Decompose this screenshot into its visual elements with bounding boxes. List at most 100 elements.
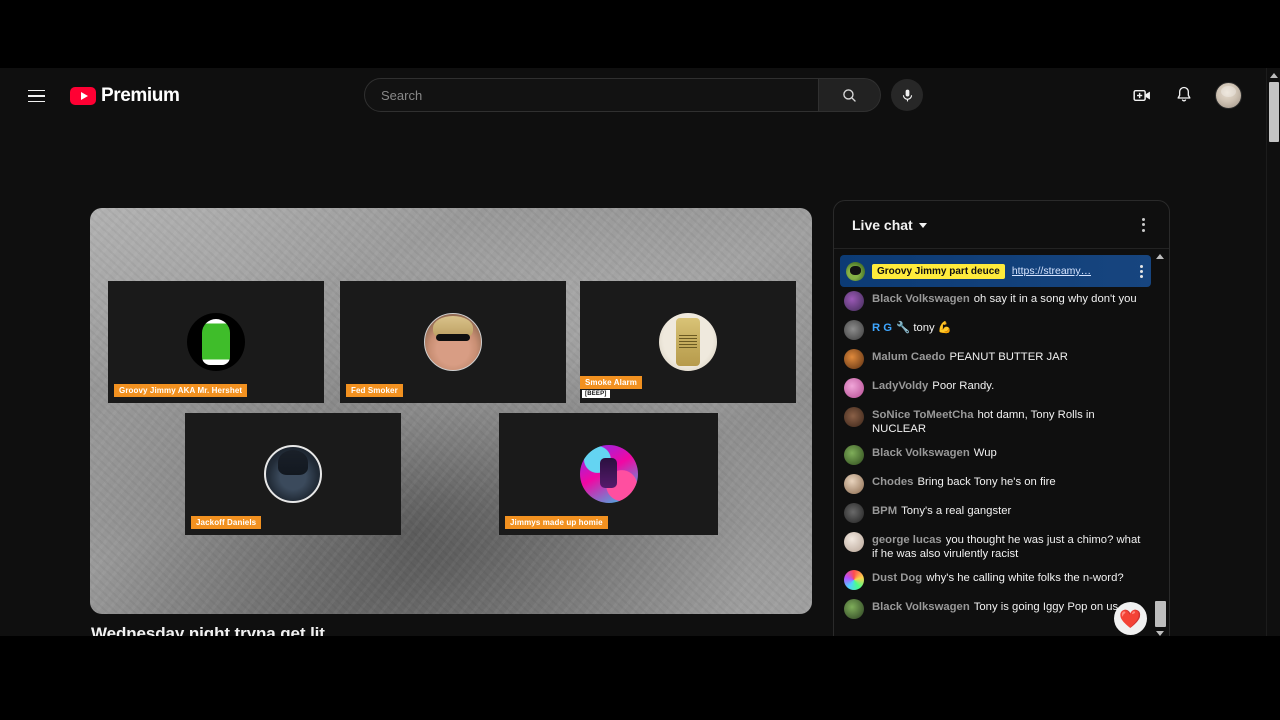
chat-text: Black Volkswagen Tony is going Iggy Pop o… <box>872 598 1118 614</box>
chat-author[interactable]: Black Volkswagen <box>872 293 970 305</box>
masthead: Premium Search <box>0 68 1280 124</box>
youtube-premium-logo[interactable]: Premium <box>70 85 180 107</box>
youtube-page: Premium Search Groovy Jimmy AKA Mr. Hers… <box>0 68 1280 636</box>
chat-avatar <box>844 532 864 552</box>
video-title: Wednesday night tryna get lit <box>91 624 325 636</box>
chat-badge-icon: 🔧 <box>896 322 911 334</box>
stream-tile-1: Groovy Jimmy AKA Mr. Hershet <box>108 281 324 403</box>
search-area: Search <box>364 78 923 112</box>
chat-avatar <box>844 378 864 398</box>
live-chat-title: Live chat <box>852 216 913 233</box>
chat-body-text: why's he calling white folks the n-word? <box>926 572 1124 584</box>
chat-text: SoNice ToMeetCha hot damn, Tony Rolls in … <box>872 406 1146 436</box>
search-input[interactable]: Search <box>364 78 819 112</box>
pinned-chat-message[interactable]: Groovy Jimmy part deuce https://streamy… <box>840 255 1151 287</box>
hamburger-icon[interactable] <box>16 76 56 116</box>
chat-avatar <box>844 349 864 369</box>
chat-author[interactable]: george lucas <box>872 534 942 546</box>
list-item[interactable]: george lucas you thought he was just a ch… <box>842 527 1148 565</box>
list-item[interactable]: LadyVoldy Poor Randy. <box>842 373 1148 402</box>
kebab-menu-icon <box>1140 264 1143 268</box>
live-chat-panel: Live chat Black Volkswagen oh say it in … <box>833 200 1170 636</box>
stream-tile-5: Jimmys made up homie <box>499 413 718 535</box>
chat-author[interactable]: LadyVoldy <box>872 380 928 392</box>
list-item[interactable]: R G 🔧 tony 💪 <box>842 315 1148 344</box>
chat-text: Chodes Bring back Tony he's on fire <box>872 473 1056 489</box>
chat-author[interactable]: Black Volkswagen <box>872 601 970 613</box>
live-chat-messages-area: Black Volkswagen oh say it in a song why … <box>834 249 1169 636</box>
list-item[interactable]: BPM Tony's a real gangster <box>842 498 1148 527</box>
chat-author[interactable]: Malum Caedo <box>872 351 945 363</box>
bell-icon <box>1177 86 1191 102</box>
chat-author[interactable]: Dust Dog <box>872 572 922 584</box>
search-icon <box>843 88 856 102</box>
list-item[interactable]: Black Volkswagen Wup <box>842 440 1148 469</box>
microphone-icon <box>902 89 912 101</box>
create-video-button[interactable] <box>1125 78 1159 112</box>
chat-avatar <box>844 570 864 590</box>
chat-scrollbar[interactable] <box>1153 249 1167 636</box>
chat-avatar <box>844 503 864 523</box>
caption-beep: [BEEP] <box>582 390 610 398</box>
page-scroll-thumb[interactable] <box>1269 82 1279 142</box>
chat-avatar <box>844 291 864 311</box>
kebab-menu-icon <box>1141 217 1145 221</box>
list-item[interactable]: Chodes Bring back Tony he's on fire <box>842 469 1148 498</box>
chat-avatar <box>844 599 864 619</box>
page-scrollbar[interactable] <box>1266 68 1280 636</box>
page-content: Groovy Jimmy AKA Mr. Hershet Fed Smoker … <box>0 124 1266 636</box>
chat-author[interactable]: R G <box>872 322 892 334</box>
chat-avatar <box>844 320 864 340</box>
chat-body-text: Wup <box>973 447 997 459</box>
chat-body-text: Poor Randy. <box>932 380 995 392</box>
notifications-button[interactable] <box>1167 78 1201 112</box>
chat-text: BPM Tony's a real gangster <box>872 502 1011 518</box>
chat-avatar <box>844 445 864 465</box>
participant-avatar-4 <box>264 445 322 503</box>
avatar[interactable] <box>1215 81 1242 109</box>
participant-label-2: Fed Smoker <box>346 384 403 397</box>
list-item[interactable]: Black Volkswagen oh say it in a song why … <box>842 286 1148 315</box>
search-button[interactable] <box>819 78 881 112</box>
chat-body-text: Tony is going Iggy Pop on us <box>973 601 1119 613</box>
video-player[interactable]: Groovy Jimmy AKA Mr. Hershet Fed Smoker … <box>90 208 812 614</box>
chat-author[interactable]: SoNice ToMeetCha <box>872 409 973 421</box>
chat-author[interactable]: BPM <box>872 505 897 517</box>
chat-scroll-down-arrow-icon[interactable] <box>1156 631 1164 636</box>
pinned-author-name: Groovy Jimmy part deuce <box>872 263 1005 279</box>
list-item[interactable]: SoNice ToMeetCha hot damn, Tony Rolls in … <box>842 402 1148 440</box>
participant-avatar-3 <box>659 313 717 371</box>
chat-text: LadyVoldy Poor Randy. <box>872 377 994 393</box>
create-video-icon <box>1132 89 1150 101</box>
chat-text: Dust Dog why's he calling white folks the… <box>872 569 1124 585</box>
chat-body-text: oh say it in a song why don't you <box>973 293 1137 305</box>
chat-avatar <box>844 474 864 494</box>
chat-body-text: PEANUT BUTTER JAR <box>949 351 1068 363</box>
stream-tile-4: Jackoff Daniels <box>185 413 401 535</box>
list-item[interactable]: Dust Dog why's he calling white folks the… <box>842 565 1148 594</box>
chat-text: R G 🔧 tony 💪 <box>872 319 952 335</box>
list-item[interactable]: Malum Caedo PEANUT BUTTER JAR <box>842 344 1148 373</box>
pinned-author-avatar <box>846 261 865 281</box>
live-chat-dropdown[interactable]: Live chat <box>852 217 927 233</box>
heart-reaction-button[interactable]: ❤️ <box>1114 602 1147 635</box>
list-item[interactable]: Black Volkswagen Tony is going Iggy Pop o… <box>842 594 1148 623</box>
chat-avatar <box>844 407 864 427</box>
chevron-down-icon <box>918 223 927 228</box>
pinned-menu-button[interactable] <box>1140 264 1145 278</box>
voice-search-button[interactable] <box>891 79 923 111</box>
pinned-message-link[interactable]: https://streamy… <box>1012 265 1091 277</box>
chat-body-text: Tony's a real gangster <box>901 505 1012 517</box>
stream-tile-2: Fed Smoker <box>340 281 566 403</box>
chat-message-list: Black Volkswagen oh say it in a song why … <box>834 249 1152 623</box>
search-placeholder: Search <box>381 87 423 103</box>
chat-author[interactable]: Chodes <box>872 476 913 488</box>
live-chat-menu-button[interactable] <box>1129 211 1157 239</box>
live-chat-header: Live chat <box>834 201 1169 249</box>
chat-scroll-up-arrow-icon[interactable] <box>1156 254 1164 259</box>
chat-author[interactable]: Black Volkswagen <box>872 447 970 459</box>
chat-scroll-thumb[interactable] <box>1155 601 1166 627</box>
scroll-up-arrow-icon[interactable] <box>1270 73 1278 78</box>
participant-label-3: Smoke Alarm <box>580 376 642 389</box>
chat-body-text: Bring back Tony he's on fire <box>917 476 1056 488</box>
